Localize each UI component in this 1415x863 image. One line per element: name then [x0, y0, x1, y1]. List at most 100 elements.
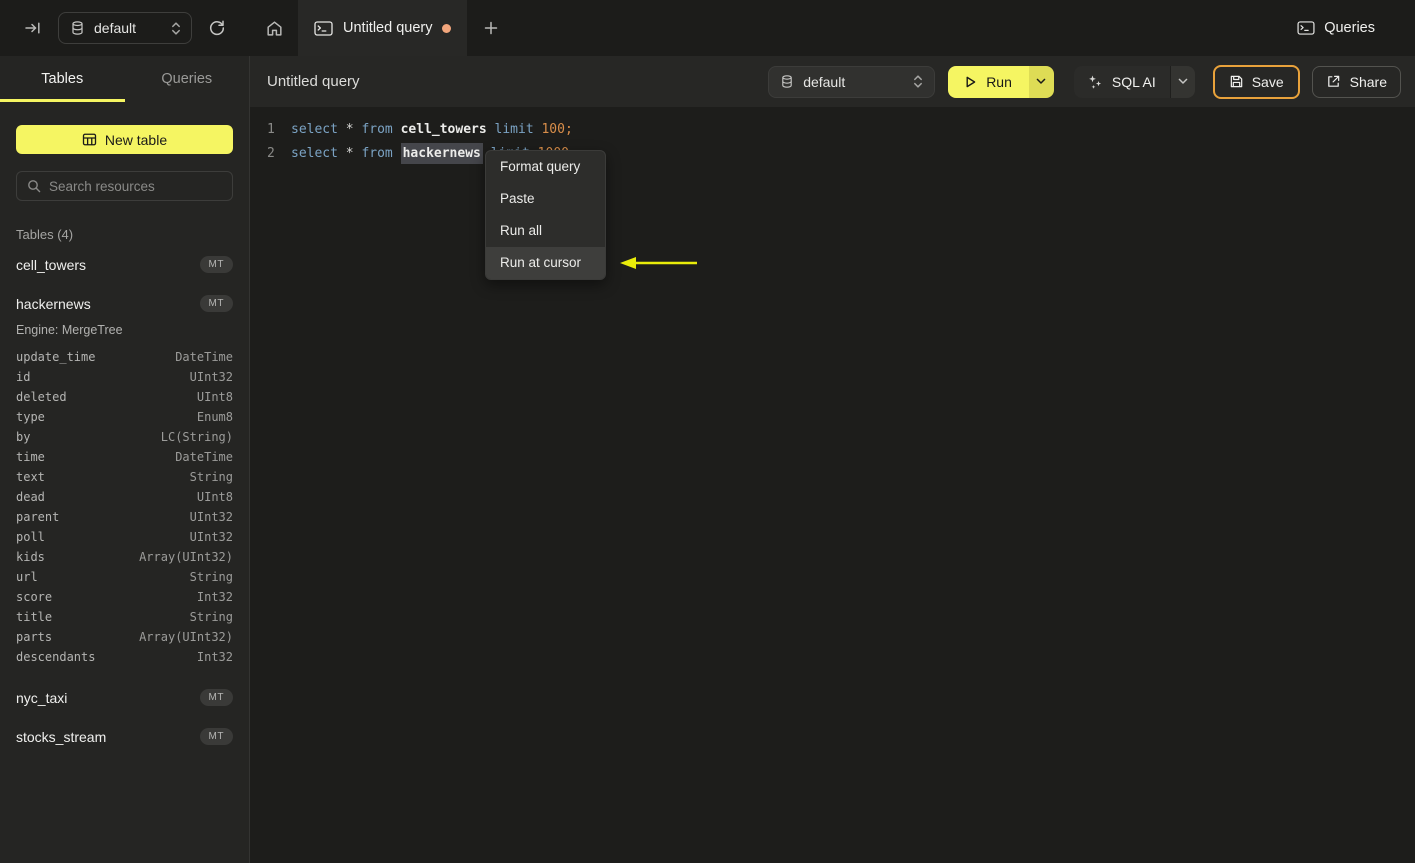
column-row: descendants Int32 [16, 647, 233, 667]
line-number: 2 [267, 146, 275, 161]
column-row: poll UInt32 [16, 527, 233, 547]
save-button[interactable]: Save [1212, 64, 1300, 99]
search-icon [27, 179, 41, 193]
collapse-sidebar-button[interactable] [22, 17, 44, 39]
chevron-updown-icon [913, 74, 923, 89]
column-type: String [189, 570, 233, 584]
column-type: DateTime [175, 350, 233, 364]
menu-item-run-all[interactable]: Run all [486, 215, 605, 247]
column-type: LC(String) [160, 430, 233, 444]
column-name: id [16, 370, 31, 384]
menu-item-paste[interactable]: Paste [486, 183, 605, 215]
sql-ai-options-caret[interactable] [1169, 65, 1195, 98]
run-button[interactable]: Run [948, 65, 1029, 98]
query-header: Untitled query default Run SQL AI Save S… [250, 56, 1415, 107]
sidebar: Tables Queries New table Search resource… [0, 56, 250, 863]
sql-editor[interactable]: 1 select * from cell_towers limit 100; 2… [250, 107, 1415, 863]
column-type: Array(UInt32) [139, 630, 233, 644]
topbar: default Untitled query Queries [0, 0, 1415, 56]
column-name: deleted [16, 390, 67, 404]
sidebar-tab-queries-label: Queries [161, 71, 213, 87]
main-panel: Untitled query default Run SQL AI Save S… [250, 56, 1415, 863]
engine-badge: MT [199, 256, 233, 273]
column-name: update_time [16, 350, 96, 364]
unsaved-dot [442, 23, 452, 33]
column-name: parts [16, 630, 53, 644]
table-icon [82, 132, 97, 147]
tab-label: Untitled query [343, 20, 433, 36]
column-row: deleted UInt8 [16, 387, 233, 407]
sidebar-tab-tables[interactable]: Tables [0, 56, 125, 102]
table-row-hackernews[interactable]: hackernews MT [16, 287, 233, 320]
terminal-icon [1297, 21, 1315, 35]
tab-strip: Untitled query [250, 0, 515, 56]
engine-badge: MT [199, 689, 233, 706]
sql-number: 100; [541, 122, 573, 137]
sql-ai-button[interactable]: SQL AI [1073, 65, 1170, 98]
share-icon [1326, 74, 1341, 89]
query-title: Untitled query [267, 73, 360, 90]
sql-keyword: from [361, 146, 401, 161]
sql-keyword: select [291, 122, 346, 137]
terminal-icon [314, 20, 333, 36]
sql-keyword: select [291, 146, 346, 161]
save-icon [1229, 74, 1244, 89]
home-button[interactable] [250, 0, 298, 56]
toolbar-database-value: default [803, 73, 846, 90]
play-icon [963, 75, 977, 89]
database-icon [780, 74, 794, 89]
column-type: UInt32 [189, 370, 233, 384]
column-type: Int32 [196, 590, 233, 604]
table-row-nyc-taxi[interactable]: nyc_taxi MT [16, 681, 233, 714]
engine-badge: MT [199, 295, 233, 312]
column-type: String [189, 470, 233, 484]
sidebar-tab-tables-label: Tables [41, 71, 84, 87]
sql-star: * [345, 122, 362, 137]
column-type: UInt8 [196, 490, 233, 504]
column-type: UInt32 [189, 530, 233, 544]
column-type: Array(UInt32) [139, 550, 233, 564]
column-row: url String [16, 567, 233, 587]
column-name: descendants [16, 650, 96, 664]
table-row-cell-towers[interactable]: cell_towers MT [16, 248, 233, 281]
queries-button[interactable]: Queries [1297, 0, 1375, 56]
column-row: dead UInt8 [16, 487, 233, 507]
sql-keyword: from [361, 122, 401, 137]
new-table-button-label: New table [104, 131, 168, 148]
chevron-down-icon [1036, 78, 1046, 85]
engine-badge: MT [199, 728, 233, 745]
column-name: text [16, 470, 45, 484]
refresh-icon [208, 19, 226, 37]
sql-ai-button-label: SQL AI [1111, 73, 1156, 90]
code-line-2: 2 select * from hackernews limit 1000 [267, 142, 1415, 166]
column-row: time DateTime [16, 447, 233, 467]
database-selector[interactable]: default [58, 12, 193, 44]
sql-keyword: limit [486, 122, 542, 137]
menu-item-format-query[interactable]: Format query [486, 151, 605, 183]
sidebar-tab-queries[interactable]: Queries [125, 56, 250, 102]
search-box [16, 171, 233, 201]
share-button[interactable]: Share [1311, 65, 1401, 98]
new-tab-button[interactable] [467, 0, 515, 56]
menu-item-run-at-cursor[interactable]: Run at cursor [486, 247, 605, 279]
refresh-button[interactable] [206, 17, 228, 39]
column-row: parent UInt32 [16, 507, 233, 527]
database-icon [70, 20, 85, 36]
code-line-1: 1 select * from cell_towers limit 100; [267, 118, 1415, 142]
tab-untitled-query[interactable]: Untitled query [298, 0, 468, 56]
column-row: score Int32 [16, 587, 233, 607]
new-table-button[interactable]: New table [16, 125, 233, 154]
table-name: stocks_stream [16, 728, 107, 745]
table-row-stocks-stream[interactable]: stocks_stream MT [16, 720, 233, 753]
column-type: UInt32 [189, 510, 233, 524]
toolbar-database-selector[interactable]: default [768, 65, 936, 98]
code-text: select * from cell_towers limit 100; [291, 118, 573, 142]
run-options-caret[interactable] [1028, 65, 1054, 98]
column-row: parts Array(UInt32) [16, 627, 233, 647]
queries-button-label: Queries [1324, 20, 1375, 36]
column-name: type [16, 410, 45, 424]
search-input[interactable] [49, 178, 226, 194]
column-row: title String [16, 607, 233, 627]
sql-table-name: cell_towers [400, 122, 487, 137]
